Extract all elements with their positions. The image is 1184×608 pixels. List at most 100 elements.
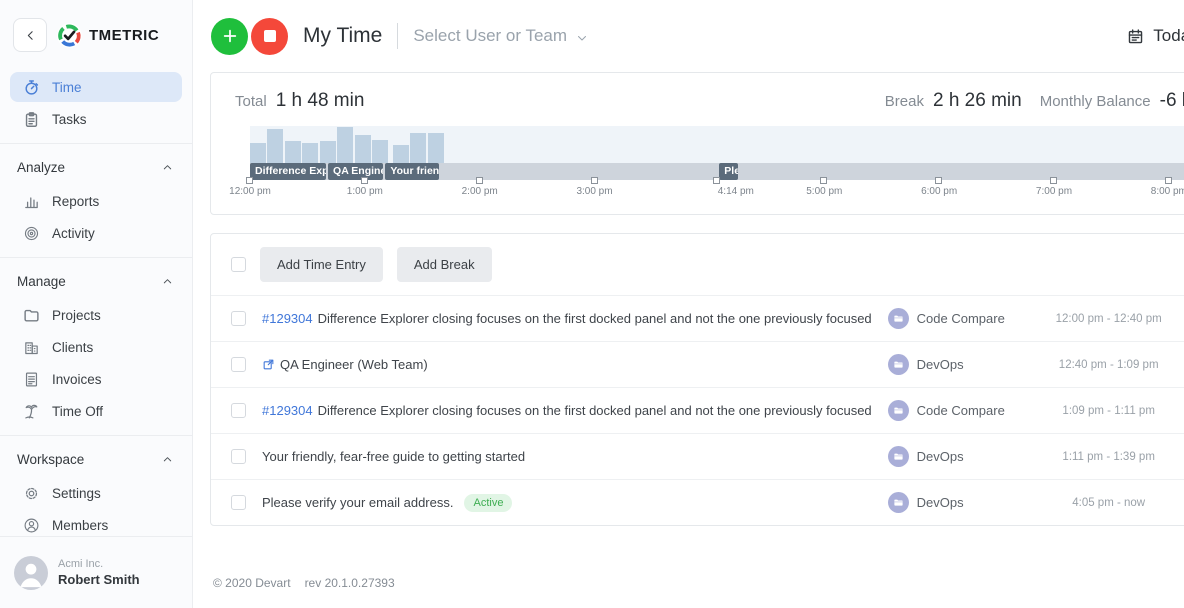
sidebar-item-reports[interactable]: Reports: [10, 186, 182, 216]
stop-timer-round-button[interactable]: [251, 18, 288, 55]
plus-icon: [222, 28, 238, 44]
timeline-entry-segment[interactable]: Your friendly, fear-free guide to gettin…: [385, 163, 439, 180]
monthly-balance-value: -6 h 12 min: [1160, 90, 1184, 112]
project-name: DevOps: [917, 495, 964, 510]
sidebar-item-time-off[interactable]: Time Off: [10, 396, 182, 426]
timeline-tick-marker: [820, 177, 827, 184]
time-entry-row[interactable]: #129304Difference Explorer closing focus…: [211, 387, 1184, 433]
selector-label: Select User or Team: [413, 26, 567, 46]
sidebar-item-label: Clients: [52, 340, 93, 355]
copyright: © 2020 Devart: [213, 576, 291, 590]
gear-icon: [23, 485, 40, 502]
date-picker-button[interactable]: Today: [1127, 26, 1184, 46]
entry-project[interactable]: DevOps: [888, 446, 1028, 467]
entry-description: Your friendly, fear-free guide to gettin…: [262, 449, 872, 464]
clipboard-icon: [23, 111, 40, 128]
timeline-tick-label: 6:00 pm: [921, 186, 957, 197]
divider: [397, 23, 398, 49]
row-checkbox[interactable]: [231, 495, 246, 510]
monthly-balance-group: Monthly Balance -6 h 12 min: [1040, 90, 1184, 112]
entry-issue-id[interactable]: #129304: [262, 403, 313, 418]
monthly-balance-label: Monthly Balance: [1040, 93, 1151, 110]
project-folder-icon: [888, 446, 909, 467]
sidebar-item-label: Invoices: [52, 372, 102, 387]
sidebar-item-label: Tasks: [52, 112, 87, 127]
sidebar-item-invoices[interactable]: Invoices: [10, 364, 182, 394]
add-break-button[interactable]: Add Break: [397, 247, 492, 282]
workspace-user-button[interactable]: Acmi Inc. Robert Smith: [0, 536, 192, 608]
project-name: Code Compare: [917, 311, 1005, 326]
sidebar-item-time[interactable]: Time: [10, 72, 182, 102]
entry-text: Difference Explorer closing focuses on t…: [318, 311, 872, 326]
summary-row: Total 1 h 48 min Break 2 h 26 min Monthl…: [235, 90, 1184, 112]
time-entries-card: Add Time Entry Add Break #129304 Differen…: [210, 233, 1184, 526]
entry-time-range: 12:40 pm - 1:09 pm: [1044, 359, 1174, 371]
select-all-checkbox[interactable]: [231, 257, 246, 272]
total-label: Total: [235, 93, 267, 110]
sidebar-divider: [0, 143, 192, 144]
timeline-activity-bar: [250, 143, 266, 163]
time-entry-row[interactable]: QA Engineer (Web Team) DevOps 12:40 pm - 1…: [211, 341, 1184, 387]
row-checkbox[interactable]: [231, 449, 246, 464]
content: Total 1 h 48 min Break 2 h 26 min Monthl…: [193, 72, 1184, 608]
add-time-entry-button[interactable]: Add Time Entry: [260, 247, 383, 282]
date-label: Today: [1153, 26, 1184, 46]
sidebar-item-clients[interactable]: Clients: [10, 332, 182, 362]
row-checkbox[interactable]: [231, 357, 246, 372]
project-name: DevOps: [917, 449, 964, 464]
sidebar-section-analyze[interactable]: Analyze: [0, 153, 192, 184]
sidebar-item-activity[interactable]: Activity: [10, 218, 182, 248]
brand: TMETRIC: [56, 22, 159, 49]
entry-issue-id[interactable]: #129304: [262, 311, 313, 326]
time-entry-row[interactable]: Your friendly, fear-free guide to gettin…: [211, 433, 1184, 479]
timeline-tick-marker: [935, 177, 942, 184]
sidebar-section-manage[interactable]: Manage: [0, 267, 192, 298]
entry-project[interactable]: DevOps: [888, 492, 1028, 513]
sidebar-item-tasks[interactable]: Tasks: [10, 104, 182, 134]
timeline-tick-label: 8:00 pm: [1151, 186, 1184, 197]
timeline-tick-label: 12:00 pm: [229, 186, 271, 197]
sidebar-item-label: Time Off: [52, 404, 103, 419]
row-checkbox[interactable]: [231, 311, 246, 326]
footer: © 2020 Devart rev 20.1.0.27393 I Recomme…: [210, 546, 1184, 608]
timeline-activity-bar: [355, 135, 371, 163]
topbar: My Time Select User or Team Today: [193, 0, 1184, 72]
sidebar-item-label: Time: [52, 80, 82, 95]
break-label: Break: [885, 93, 924, 110]
sidebar-section-workspace[interactable]: Workspace: [0, 445, 192, 476]
timeline-tick-label: 1:00 pm: [347, 186, 383, 197]
timeline-entry-segment[interactable]: QA Engineer (Web Team): [328, 163, 383, 180]
row-checkbox[interactable]: [231, 403, 246, 418]
sidebar-collapse-button[interactable]: [13, 18, 47, 52]
timeline-entry-segment[interactable]: Please verify your email address.: [719, 163, 738, 180]
project-name: DevOps: [917, 357, 964, 372]
timeline-band: Difference Explorer closing focuses on t…: [250, 163, 1184, 180]
project-folder-icon: [888, 354, 909, 375]
timeline-activity-bar: [337, 127, 353, 163]
chevron-up-icon: [162, 454, 173, 465]
entry-project[interactable]: Code Compare: [888, 400, 1028, 421]
entry-text: QA Engineer (Web Team): [280, 357, 428, 372]
timeline-tick-marker: [476, 177, 483, 184]
sidebar-item-label: Reports: [52, 194, 99, 209]
external-link-icon: [262, 358, 275, 371]
sidebar-item-settings[interactable]: Settings: [10, 478, 182, 508]
entry-project[interactable]: DevOps: [888, 354, 1028, 375]
timeline-entry-segment[interactable]: Difference Explorer closing focuses on t…: [250, 163, 326, 180]
activity-icon: [23, 225, 40, 242]
time-entry-row[interactable]: #129304 Difference Explorer closing focus…: [211, 295, 1184, 341]
time-entry-row[interactable]: Please verify your email address.ActiveD…: [211, 479, 1184, 525]
timeline-activity-bar: [428, 133, 444, 163]
user-name: Robert Smith: [58, 572, 140, 587]
entry-project[interactable]: Code Compare: [888, 308, 1028, 329]
timeline-axis: 12:00 pm1:00 pm2:00 pm3:00 pm4:14 pm5:00…: [250, 186, 1184, 202]
tmetric-logo-icon: [56, 22, 83, 49]
add-time-entry-round-button[interactable]: [211, 18, 248, 55]
chevron-up-icon: [162, 276, 173, 287]
user-team-selector[interactable]: Select User or Team: [413, 26, 588, 46]
sidebar-item-projects[interactable]: Projects: [10, 300, 182, 330]
entry-text: Your friendly, fear-free guide to gettin…: [262, 449, 525, 464]
folder-icon: [23, 307, 40, 324]
sidebar-section-label: Analyze: [17, 160, 65, 175]
company-name: Acmi Inc.: [58, 558, 140, 570]
